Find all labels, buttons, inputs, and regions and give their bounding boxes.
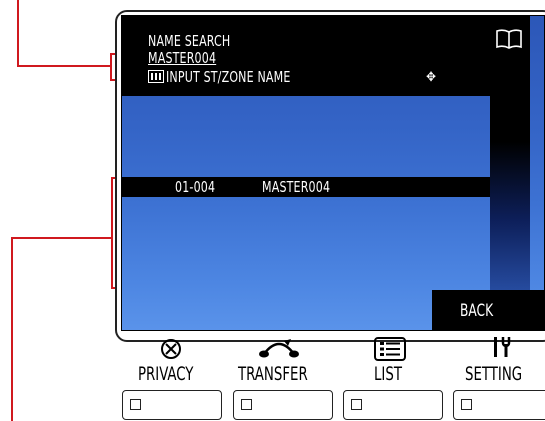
soft-key-label-setting: SETTING (465, 363, 523, 385)
setting-icon (494, 337, 511, 357)
callout-line-top-horizontal (17, 65, 112, 67)
list-icon (374, 337, 406, 361)
key-square-icon (351, 399, 362, 410)
soft-key-label-transfer: TRANSFER (238, 363, 308, 385)
back-button[interactable]: BACK (432, 290, 544, 330)
four-way-arrow-icon: ✥ (426, 70, 436, 85)
soft-key-list[interactable] (343, 390, 443, 420)
callout-bracket-bottom (111, 177, 113, 289)
soft-key-privacy[interactable] (122, 390, 222, 420)
callout-line-top-vertical (17, 0, 19, 66)
result-number: 01-004 (175, 178, 216, 196)
back-button-label: BACK (460, 301, 494, 321)
keypad-icon (148, 70, 164, 83)
result-name: MASTER004 (262, 178, 331, 196)
key-square-icon (241, 399, 252, 410)
soft-key-transfer[interactable] (233, 390, 333, 420)
screen-title: NAME SEARCH (148, 32, 231, 50)
key-square-icon (461, 399, 472, 410)
callout-bracket-top (110, 53, 112, 81)
transfer-icon (259, 339, 299, 358)
privacy-icon (161, 339, 181, 359)
soft-key-label-list: LIST (374, 363, 402, 385)
callout-line-bottom-vertical (11, 238, 13, 421)
input-hint: INPUT ST/ZONE NAME (166, 68, 291, 86)
callout-line-bottom-horizontal (11, 237, 113, 239)
search-entry-field[interactable]: MASTER004 (148, 51, 216, 66)
soft-key-label-privacy: PRIVACY (138, 363, 194, 385)
soft-key-setting[interactable] (453, 390, 545, 420)
phonebook-icon[interactable] (495, 28, 523, 50)
key-square-icon (130, 399, 141, 410)
